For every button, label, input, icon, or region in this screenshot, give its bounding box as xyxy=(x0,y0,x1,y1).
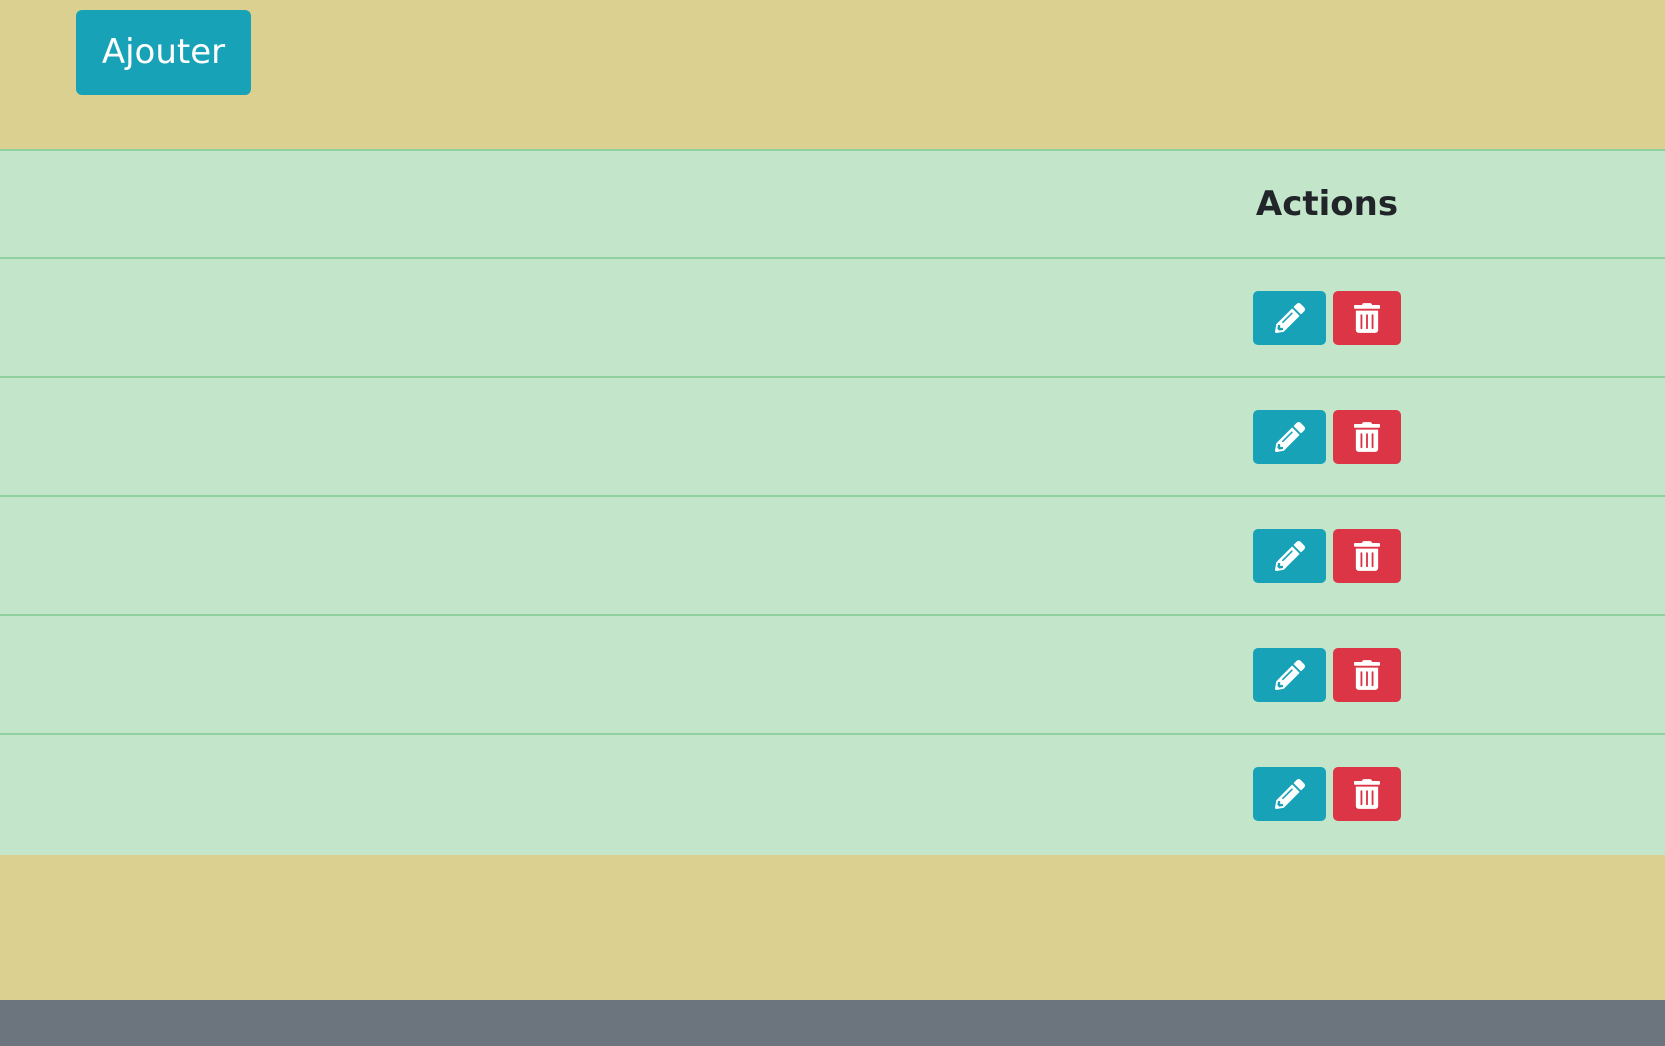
edit-button[interactable] xyxy=(1253,409,1326,464)
edit-button[interactable] xyxy=(1253,767,1326,821)
top-toolbar: Ajouter xyxy=(0,0,1665,149)
delete-button[interactable] xyxy=(1333,528,1401,583)
delete-button[interactable] xyxy=(1333,647,1401,702)
table-cell-actions xyxy=(1139,376,1515,496)
table-cell-main xyxy=(0,495,1139,615)
table-row xyxy=(0,257,1665,377)
table-cell-rest xyxy=(1515,257,1665,377)
column-header-actions: Actions xyxy=(1139,149,1515,258)
edit-button[interactable] xyxy=(1253,528,1326,583)
table-cell-actions xyxy=(1139,733,1515,853)
data-table: Actions xyxy=(0,149,1665,853)
table-cell-rest xyxy=(1515,733,1665,853)
edit-button[interactable] xyxy=(1253,647,1326,702)
column-header-main xyxy=(0,149,1139,258)
table-row xyxy=(0,495,1665,615)
footer-bar xyxy=(0,1000,1665,1046)
table-cell-rest xyxy=(1515,614,1665,734)
table-cell-actions xyxy=(1139,614,1515,734)
table-cell-main xyxy=(0,257,1139,377)
delete-button[interactable] xyxy=(1333,409,1401,464)
table-row xyxy=(0,614,1665,734)
column-header-rest xyxy=(1515,149,1665,258)
table-body xyxy=(0,257,1665,853)
table-cell-actions xyxy=(1139,257,1515,377)
table-cell-main xyxy=(0,733,1139,853)
table-cell-rest xyxy=(1515,495,1665,615)
delete-button[interactable] xyxy=(1333,767,1401,821)
table-row xyxy=(0,733,1665,853)
table-cell-actions xyxy=(1139,495,1515,615)
edit-button[interactable] xyxy=(1253,290,1326,345)
table-row xyxy=(0,376,1665,496)
table-header-row: Actions xyxy=(0,149,1665,258)
add-button[interactable]: Ajouter xyxy=(76,10,251,95)
table-cell-main xyxy=(0,376,1139,496)
data-table-container: Actions xyxy=(0,149,1665,855)
delete-button[interactable] xyxy=(1333,290,1401,345)
table-cell-main xyxy=(0,614,1139,734)
table-cell-rest xyxy=(1515,376,1665,496)
